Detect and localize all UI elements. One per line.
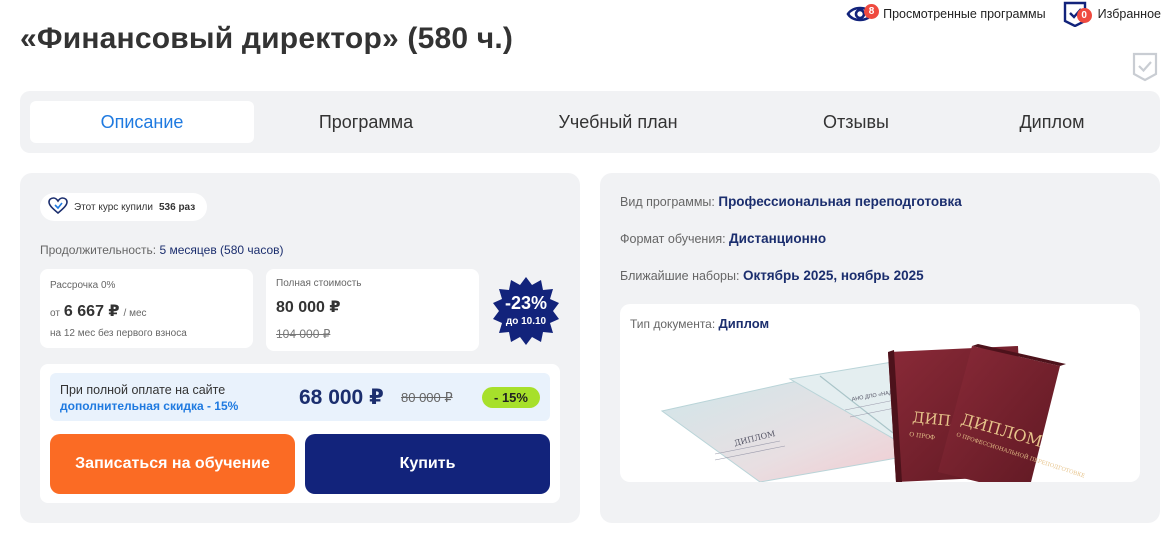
installment-box: Рассрочка 0% от 6 667 ₽ / мес на 12 мес …: [40, 269, 253, 348]
heart-icon: [48, 196, 68, 218]
intake-value: Октябрь 2025, ноябрь 2025: [742, 268, 924, 283]
pricing-card: Этот курс купили 536 раз Продолжительнос…: [20, 173, 580, 523]
promo-percent-badge: - 15%: [482, 387, 540, 408]
promo-line-1: При полной оплате на сайте: [60, 383, 226, 397]
full-price-old: 104 000 ₽: [276, 327, 331, 341]
full-price-title: Полная стоимость: [276, 278, 362, 289]
program-type-row: Вид программы: Профессиональная переподг…: [620, 194, 962, 209]
full-price-amount: 80 000 ₽: [276, 299, 341, 316]
tab-curriculum[interactable]: Учебный план: [478, 101, 758, 143]
installment-from: от: [50, 308, 60, 319]
purchase-count-prefix: Этот курс купили: [74, 201, 153, 213]
purchase-count-pill: Этот курс купили 536 раз: [40, 193, 208, 221]
page-title: «Финансовый директор» (580 ч.): [20, 22, 514, 55]
eye-icon: 8: [845, 2, 880, 26]
document-card: ДИПЛОМ АНО ДПО «НАДПО» ДИПЛ О ПРОФ ДИПЛО…: [620, 304, 1140, 482]
viewed-programs-link[interactable]: 8 Просмотренные программы: [845, 2, 1046, 26]
document-type-label: Тип документа:: [630, 317, 716, 331]
purchase-panel: При полной оплате на сайте дополнительна…: [40, 364, 560, 503]
intake-label: Ближайшие наборы:: [620, 269, 740, 283]
duration-value: 5 месяцев (580 часов): [159, 243, 284, 257]
buy-button[interactable]: Купить: [305, 434, 550, 494]
enroll-button[interactable]: Записаться на обучение: [50, 434, 295, 494]
format-row: Формат обучения: Дистанционно: [620, 231, 826, 246]
viewed-count-badge: 8: [864, 4, 880, 19]
format-label: Формат обучения:: [620, 232, 726, 246]
tab-bar: Описание Программа Учебный план Отзывы Д…: [20, 91, 1160, 153]
favorites-label: Избранное: [1097, 7, 1161, 21]
installment-amount: 6 667 ₽: [63, 303, 120, 320]
installment-note: на 12 мес без первого взноса: [50, 328, 187, 339]
tab-reviews[interactable]: Отзывы: [758, 101, 954, 143]
format-value: Дистанционно: [729, 231, 827, 246]
program-type-value: Профессиональная переподготовка: [718, 194, 962, 209]
discount-badge-percent: -23%: [504, 293, 548, 313]
favorites-link[interactable]: 0 Избранное: [1060, 1, 1161, 27]
discount-badge: -23% до 10.10: [492, 277, 560, 345]
tab-description[interactable]: Описание: [30, 101, 254, 143]
shield-check-icon: 0: [1060, 1, 1092, 27]
intake-row: Ближайшие наборы: Октябрь 2025, ноябрь 2…: [620, 268, 924, 283]
promo-banner: При полной оплате на сайте дополнительна…: [50, 373, 550, 421]
program-info-card: Вид программы: Профессиональная переподг…: [600, 173, 1160, 523]
tab-program[interactable]: Программа: [254, 101, 478, 143]
tab-diploma[interactable]: Диплом: [954, 101, 1150, 143]
duration: Продолжительность: 5 месяцев (580 часов): [40, 243, 284, 257]
installment-title: Рассрочка 0%: [50, 280, 116, 291]
add-favorite-icon[interactable]: [1131, 52, 1159, 82]
discount-badge-until: до 10.10: [505, 316, 547, 327]
promo-line-2: дополнительная скидка - 15%: [60, 399, 239, 413]
favorites-count-badge: 0: [1076, 8, 1092, 23]
viewed-programs-label: Просмотренные программы: [883, 7, 1046, 21]
top-links: 8 Просмотренные программы 0 Избранное: [845, 1, 1161, 27]
installment-price-row: от 6 667 ₽ / мес: [50, 301, 147, 321]
promo-price: 68 000 ₽: [299, 386, 384, 409]
program-type-label: Вид программы:: [620, 195, 715, 209]
document-type-row: Тип документа: Диплом: [630, 316, 769, 331]
promo-old-price: 80 000 ₽: [401, 390, 453, 405]
duration-label: Продолжительность:: [40, 243, 157, 257]
installment-per: / мес: [123, 308, 147, 319]
full-price-box: Полная стоимость 80 000 ₽ 104 000 ₽: [266, 269, 479, 351]
document-type-value: Диплом: [718, 316, 770, 331]
purchase-count-value: 536 раз: [158, 201, 196, 213]
